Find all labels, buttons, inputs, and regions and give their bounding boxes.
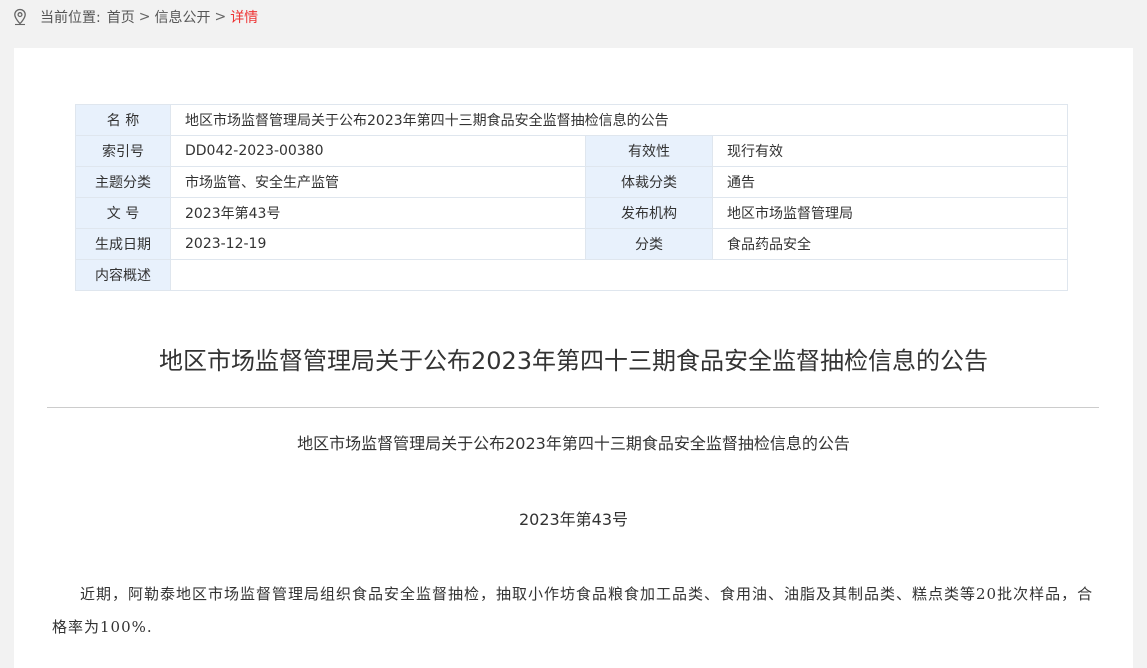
breadcrumb-current: 详情	[230, 10, 259, 26]
validity-value: 现行有效	[711, 135, 1069, 167]
topic-value: 市场监管、安全生产监管	[170, 166, 586, 198]
genre-value: 通告	[711, 166, 1069, 198]
breadcrumb-home-link[interactable]: 首页	[107, 7, 135, 27]
metadata-row-date: 生成日期 2023-12-19 分类 食品药品安全	[75, 228, 1069, 260]
date-value: 2023-12-19	[170, 228, 586, 260]
breadcrumb-separator: >	[138, 9, 151, 25]
issuer-value: 地区市场监督管理局	[711, 197, 1069, 229]
article-subtitle: 地区市场监督管理局关于公布2023年第四十三期食品安全监督抽检信息的公告	[297, 434, 850, 453]
content-panel: 名 称 地区市场监督管理局关于公布2023年第四十三期食品安全监督抽检信息的公告…	[14, 48, 1133, 668]
breadcrumb-prefix: 当前位置:	[40, 10, 101, 26]
metadata-row-summary: 内容概述	[75, 259, 1069, 291]
name-label: 名 称	[75, 104, 171, 136]
article-title: 地区市场监督管理局关于公布2023年第四十三期食品安全监督抽检信息的公告	[158, 347, 989, 375]
category-value: 食品药品安全	[711, 228, 1069, 260]
topic-label: 主题分类	[75, 166, 171, 198]
docno-value: 2023年第43号	[170, 197, 586, 229]
genre-label: 体裁分类	[585, 166, 713, 198]
breadcrumb-section-link[interactable]: 信息公开	[154, 7, 210, 27]
docno-label: 文 号	[75, 197, 171, 229]
validity-label: 有效性	[585, 135, 713, 167]
category-label: 分类	[585, 228, 713, 260]
article-paragraph: 近期，阿勒泰地区市场监督管理局组织食品安全监督抽检，抽取小作坊食品粮食加工品类、…	[52, 585, 1094, 636]
summary-label: 内容概述	[75, 259, 171, 291]
breadcrumb: 当前位置: 首页 > 信息公开 > 详情	[10, 5, 258, 29]
metadata-row-index: 索引号 DD042-2023-00380 有效性 现行有效	[75, 135, 1069, 167]
index-value: DD042-2023-00380	[170, 135, 586, 167]
name-value: 地区市场监督管理局关于公布2023年第四十三期食品安全监督抽检信息的公告	[169, 104, 1069, 136]
date-label: 生成日期	[75, 228, 171, 260]
metadata-table: 名 称 地区市场监督管理局关于公布2023年第四十三期食品安全监督抽检信息的公告…	[75, 104, 1069, 291]
metadata-row-docno: 文 号 2023年第43号 发布机构 地区市场监督管理局	[75, 197, 1069, 229]
index-label: 索引号	[75, 135, 171, 167]
issuer-label: 发布机构	[585, 197, 713, 229]
title-divider	[47, 407, 1099, 408]
metadata-row-name: 名 称 地区市场监督管理局关于公布2023年第四十三期食品安全监督抽检信息的公告	[75, 104, 1069, 136]
article-doc-number: 2023年第43号	[518, 510, 629, 529]
breadcrumb-separator: >	[214, 9, 227, 25]
metadata-row-topic: 主题分类 市场监管、安全生产监管 体裁分类 通告	[75, 166, 1069, 198]
summary-value	[169, 259, 1069, 291]
location-pin-icon	[14, 8, 26, 26]
